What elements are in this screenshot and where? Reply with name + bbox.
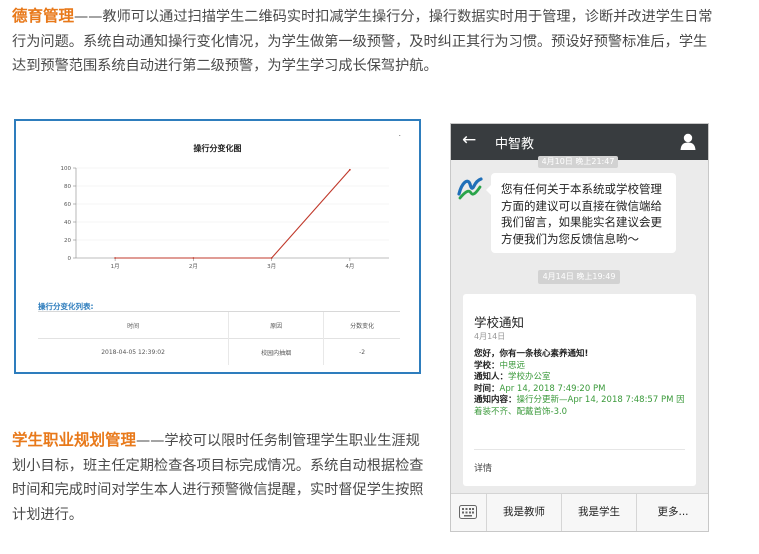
timestamp-second: 4月14日 晚上19:49 [538,270,620,284]
timestamp-top: 4月10日 晚上21:47 [538,156,618,168]
x-tick-label: 4月 [345,263,354,270]
x-tick-label: 1月 [111,263,120,270]
intro-paragraph: 德育管理——教师可以通过扫描学生二维码实时扣减学生操行分，操行数据实时用于管理，… [12,4,714,79]
card-detail-link[interactable]: 详情 [474,461,492,474]
y-tick-label: 100 [61,166,72,172]
card-body: 您好，你有一条核心素养通知! 学校：中思远 通知人：学校办公室 时间：Apr 1… [474,349,689,418]
cell-score-change: -2 [323,338,400,365]
menu-teacher-button[interactable]: 我是教师 [486,494,561,531]
chart-panel: . 操行分变化图 0 20 40 60 80 100 1月 2月 3月 4月 操行分变化列表: 时… [14,119,421,374]
menu-more-button[interactable]: 更多... [636,494,708,531]
y-tick-label: 60 [64,202,71,208]
data-point [348,168,351,171]
chat-menu-bar: 我是教师 我是学生 更多... [451,493,708,531]
notifier-label: 通知人： [474,372,509,382]
intro-text: ——教师可以通过扫描学生二维码实时扣减学生操行分，操行数据实时用于管理，诊断并改… [12,9,713,74]
column-header-time: 时间 [38,311,229,339]
table-row: 2018-04-05 12:39:02 校园内抽烟 -2 [38,338,400,365]
column-header-reason: 原因 [228,311,324,339]
card-date: 4月14日 [474,332,506,341]
y-tick-label: 20 [64,238,71,244]
career-heading: 学生职业规划管理 [12,431,137,449]
card-divider [474,449,685,450]
back-arrow-icon[interactable]: ← [462,130,476,150]
x-tick-label: 3月 [267,263,276,270]
card-title: 学校通知 [474,315,525,330]
card-greeting: 您好，你有一条核心素养通知! [474,349,589,359]
y-tick-label: 40 [64,220,71,226]
time-value: Apr 14, 2018 7:49:20 PM [499,383,606,394]
series-line [115,169,351,259]
menu-student-button[interactable]: 我是学生 [561,494,636,531]
content-label: 通知内容： [474,395,517,405]
school-value: 中思远 [499,360,526,371]
message-bubble[interactable]: 您有任何关于本系统或学校管理方面的建议可以直接在微信端给我们留言，如果能实名建议… [486,173,676,253]
user-icon[interactable] [680,133,696,150]
chat-top-bar: ← 中智教 [451,124,708,160]
column-header-score-change: 分数变化 [323,311,400,339]
school-notice-card[interactable]: 学校通知 4月14日 您好，你有一条核心素养通知! 学校：中思远 通知人：学校办… [463,294,696,486]
line-chart: 0 20 40 60 80 100 1月 2月 3月 4月 [61,166,389,270]
data-point [114,257,117,259]
school-label: 学校： [474,360,500,371]
cell-reason: 校园内抽烟 [228,338,324,365]
wechat-phone-screen: ← 中智教 4月10日 晚上21:47 您有任何关于本系统或学校管理方面的建议可… [450,123,709,532]
data-point [270,257,273,259]
cell-time: 2018-04-05 12:39:02 [38,338,229,365]
keyboard-icon[interactable] [459,505,477,519]
data-point [192,257,195,259]
career-paragraph: 学生职业规划管理——学校可以限时任务制管理学生职业生涯规划小目标，班主任定期检查… [12,428,426,527]
y-tick-label: 80 [64,184,71,190]
y-tick-label: 0 [68,256,72,262]
official-account-avatar[interactable] [456,174,484,202]
x-tick-label: 2月 [189,263,198,270]
time-label: 时间： [474,383,500,394]
notifier-value: 学校办公室 [508,372,551,382]
chat-title: 中智教 [495,137,535,152]
table-header-row: 时间 原因 分数变化 [38,311,400,339]
score-list-table: 时间 原因 分数变化 2018-04-05 12:39:02 校园内抽烟 -2 [38,311,400,365]
intro-heading: 德育管理 [12,7,75,25]
